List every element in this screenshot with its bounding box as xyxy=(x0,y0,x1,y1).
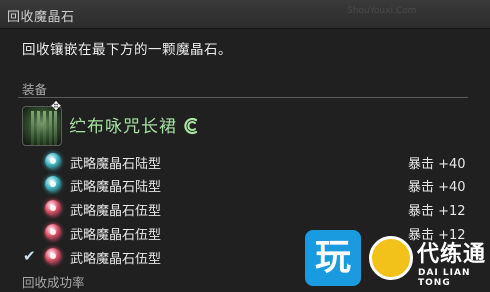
materia-row[interactable]: 武略魔晶石陆型 暴击 +40 xyxy=(0,173,490,195)
materia-stat: 暴击 +40 xyxy=(408,157,466,172)
materia-orb-icon xyxy=(45,176,61,192)
materia-orb-icon xyxy=(45,153,61,169)
site-watermark: ShouYouxi.Com xyxy=(347,6,417,16)
materia-retrieval-window: 回收魔晶石 ShouYouxi.Com 回收镶嵌在最下方的一颗魔晶石。 装备 ✥… xyxy=(0,0,490,292)
materia-orb-icon xyxy=(45,224,61,240)
materia-orb-icon xyxy=(45,248,61,264)
materia-name: 武略魔晶石伍型 xyxy=(70,204,162,219)
play-logo-icon: 玩 xyxy=(305,230,361,286)
checkmark-icon: ✔ xyxy=(23,247,36,265)
brand-badge-icon xyxy=(369,236,413,280)
equipment-section-label: 装备 xyxy=(22,82,48,97)
window-titlebar[interactable]: 回收魔晶石 ShouYouxi.Com xyxy=(0,0,490,29)
materia-name: 武略魔晶石陆型 xyxy=(70,180,162,195)
materia-stat: 暴击 +12 xyxy=(408,204,466,219)
materia-orb-icon xyxy=(45,200,61,216)
dailiantong-logo: 玩 代练通 DAI LIAN TONG xyxy=(305,230,490,292)
materia-stat: 暴击 +40 xyxy=(408,180,466,195)
materia-name: 武略魔晶石伍型 xyxy=(70,252,162,267)
window-title: 回收魔晶石 xyxy=(7,10,75,25)
success-rate-label: 回收成功率 xyxy=(22,275,85,290)
materia-row[interactable]: 武略魔晶石伍型 暴击 +12 xyxy=(0,197,490,219)
materia-row[interactable]: 武略魔晶石陆型 暴击 +40 xyxy=(0,150,490,172)
instruction-text: 回收镶嵌在最下方的一颗魔晶石。 xyxy=(22,42,232,58)
logo-brand-text: 代练通 xyxy=(417,242,487,267)
equipment-item-name: 纻布咏咒长裙 xyxy=(69,117,177,137)
high-quality-icon xyxy=(184,117,198,135)
materia-name: 武略魔晶石伍型 xyxy=(70,228,162,243)
logo-sub-text: DAI LIAN TONG xyxy=(418,268,471,288)
section-divider xyxy=(18,97,468,98)
materia-name: 武略魔晶石陆型 xyxy=(70,157,162,172)
hand-cursor-icon: ✥ xyxy=(51,99,62,113)
